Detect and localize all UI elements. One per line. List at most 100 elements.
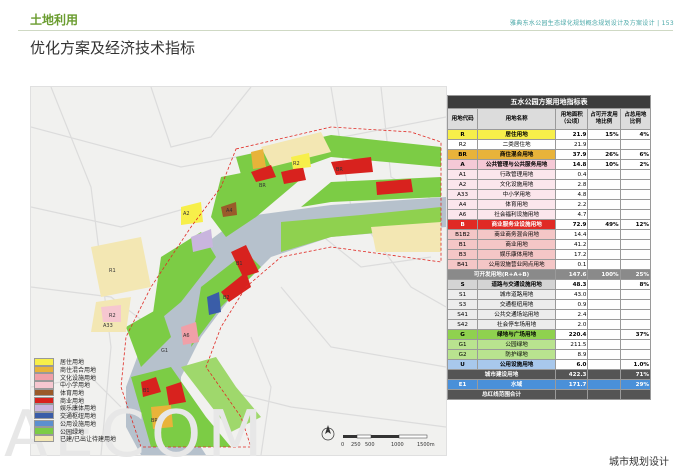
table-row: 总红线范围合计 (446, 389, 652, 400)
table-cell (619, 229, 652, 240)
legend-swatch (34, 434, 54, 443)
table-cell: 147.6 (555, 269, 589, 280)
legend-swatch (34, 411, 54, 420)
table-cell (587, 189, 621, 200)
table-row: A33 中小学用地 4.8 (446, 189, 652, 200)
table-cell: 道路与交通设施用地 (477, 279, 557, 290)
table-row: B41 公用设施营业网点用地 0.1 (446, 259, 652, 270)
scale-bar: 0 250 500 1000 1500m (341, 434, 435, 448)
block-label: B2 (223, 295, 230, 301)
table-row: R2 二类居住地 21.9 (446, 139, 652, 150)
table-cell: 2.2 (555, 199, 589, 210)
table-cell: 15% (587, 129, 621, 140)
table-row: S41 公共交通场站用地 2.4 (446, 309, 652, 320)
table-cell (619, 319, 652, 330)
scale-label: 1000 (391, 442, 404, 448)
table-cell: U (446, 359, 479, 370)
table-cell (619, 309, 652, 320)
legend-swatch (34, 427, 54, 435)
table-cell: G (446, 329, 479, 340)
table-cell: G2 (446, 349, 479, 360)
table-cell (587, 139, 621, 150)
table-cell: 水域 (477, 379, 557, 390)
table-cell: B1 (446, 239, 479, 250)
table-header-row: 用地代码 用地名称 用地面积（公顷） 占可开发用地比例 占总用地比例 (446, 108, 652, 130)
table-cell: 21.9 (555, 139, 589, 150)
table-cell: 城市建设用地 (446, 369, 557, 380)
table-cell: 体育用地 (477, 199, 557, 210)
table-cell: 37.9 (555, 149, 589, 160)
table-cell: 17.2 (555, 249, 589, 260)
table-cell (619, 139, 652, 150)
table-cell (587, 339, 621, 350)
table-row: 城市建设用地 422.3 71% (446, 369, 652, 380)
table-cell (619, 179, 652, 190)
table-cell (587, 379, 621, 390)
table-cell: 6% (619, 149, 652, 160)
table-cell: 行政管理用地 (477, 169, 557, 180)
table-cell (619, 169, 652, 180)
table-row: G1 公园绿地 211.5 (446, 339, 652, 350)
table-cell (587, 289, 621, 300)
table-cell: 8% (619, 279, 652, 290)
table-cell: R2 (446, 139, 479, 150)
block-label: R2 (109, 313, 116, 319)
table-cell: S (446, 279, 479, 290)
table-cell (619, 239, 652, 250)
table-cell (619, 249, 652, 260)
table-row: B1B2 商业商务混合用地 14.4 (446, 229, 652, 240)
table-cell: A2 (446, 179, 479, 190)
table-row: S3 交通枢纽用地 0.9 (446, 299, 652, 310)
table-cell: 171.7 (555, 379, 589, 390)
table-cell: 21.9 (555, 129, 589, 140)
table-cell: S42 (446, 319, 479, 330)
table-cell: 26% (587, 149, 621, 160)
block-label: G1 (161, 348, 168, 354)
table-cell: 72.9 (555, 219, 589, 230)
block-label: BR (259, 183, 266, 189)
table-row: R 居住用地 21.9 15% 4% (446, 129, 652, 140)
table-cell: 总红线范围合计 (446, 389, 557, 400)
table-cell (619, 349, 652, 360)
table-cell: 中小学用地 (477, 189, 557, 200)
table-cell (619, 339, 652, 350)
table-cell (619, 189, 652, 200)
table-cell: 2.8 (555, 179, 589, 190)
map-legend: 居住用地 商住混合用地 文化设施用地 中小学用地 体育用地 商业用地 娱乐康体用地 交通枢纽用… (34, 358, 116, 443)
block-label: R2 (293, 161, 300, 167)
scale-label: 1500m (417, 442, 435, 448)
table-cell: 48.3 (555, 279, 589, 290)
table-cell: 4% (619, 129, 652, 140)
table-cell: 可开发用地(R+A+B) (446, 269, 557, 280)
table-cell (587, 239, 621, 250)
block-label: B1 (143, 388, 150, 394)
table-cell: B41 (446, 259, 479, 270)
block-label: B1 (236, 261, 243, 267)
table-cell: E1 (446, 379, 479, 390)
table-cell: 211.5 (555, 339, 589, 350)
table-cell (619, 299, 652, 310)
table-cell: 社会停车场用地 (477, 319, 557, 330)
table-cell: 公用设施用地 (477, 359, 557, 370)
table-row: A6 社会福利设施用地 4.7 (446, 209, 652, 220)
table-row: A1 行政管理用地 0.4 (446, 169, 652, 180)
table-cell: 社会福利设施用地 (477, 209, 557, 220)
table-cell: 2% (619, 159, 652, 170)
table-cell: 422.3 (555, 369, 589, 380)
table-cell (587, 249, 621, 260)
table-cell: S1 (446, 289, 479, 300)
table-cell: 14.8 (555, 159, 589, 170)
table-cell: A1 (446, 169, 479, 180)
table-cell: 14.4 (555, 229, 589, 240)
legend-swatch (34, 388, 54, 397)
table-cell: 2.4 (555, 309, 589, 320)
table-cell (587, 309, 621, 320)
section-title: 土地利用 (30, 13, 79, 27)
north-arrow-icon (321, 425, 335, 441)
table-cell (619, 389, 652, 400)
scale-label: 250 (351, 442, 361, 448)
table-cell: 49% (587, 219, 621, 230)
table-cell (587, 229, 621, 240)
table-cell (619, 259, 652, 270)
built-land-2 (91, 237, 151, 297)
